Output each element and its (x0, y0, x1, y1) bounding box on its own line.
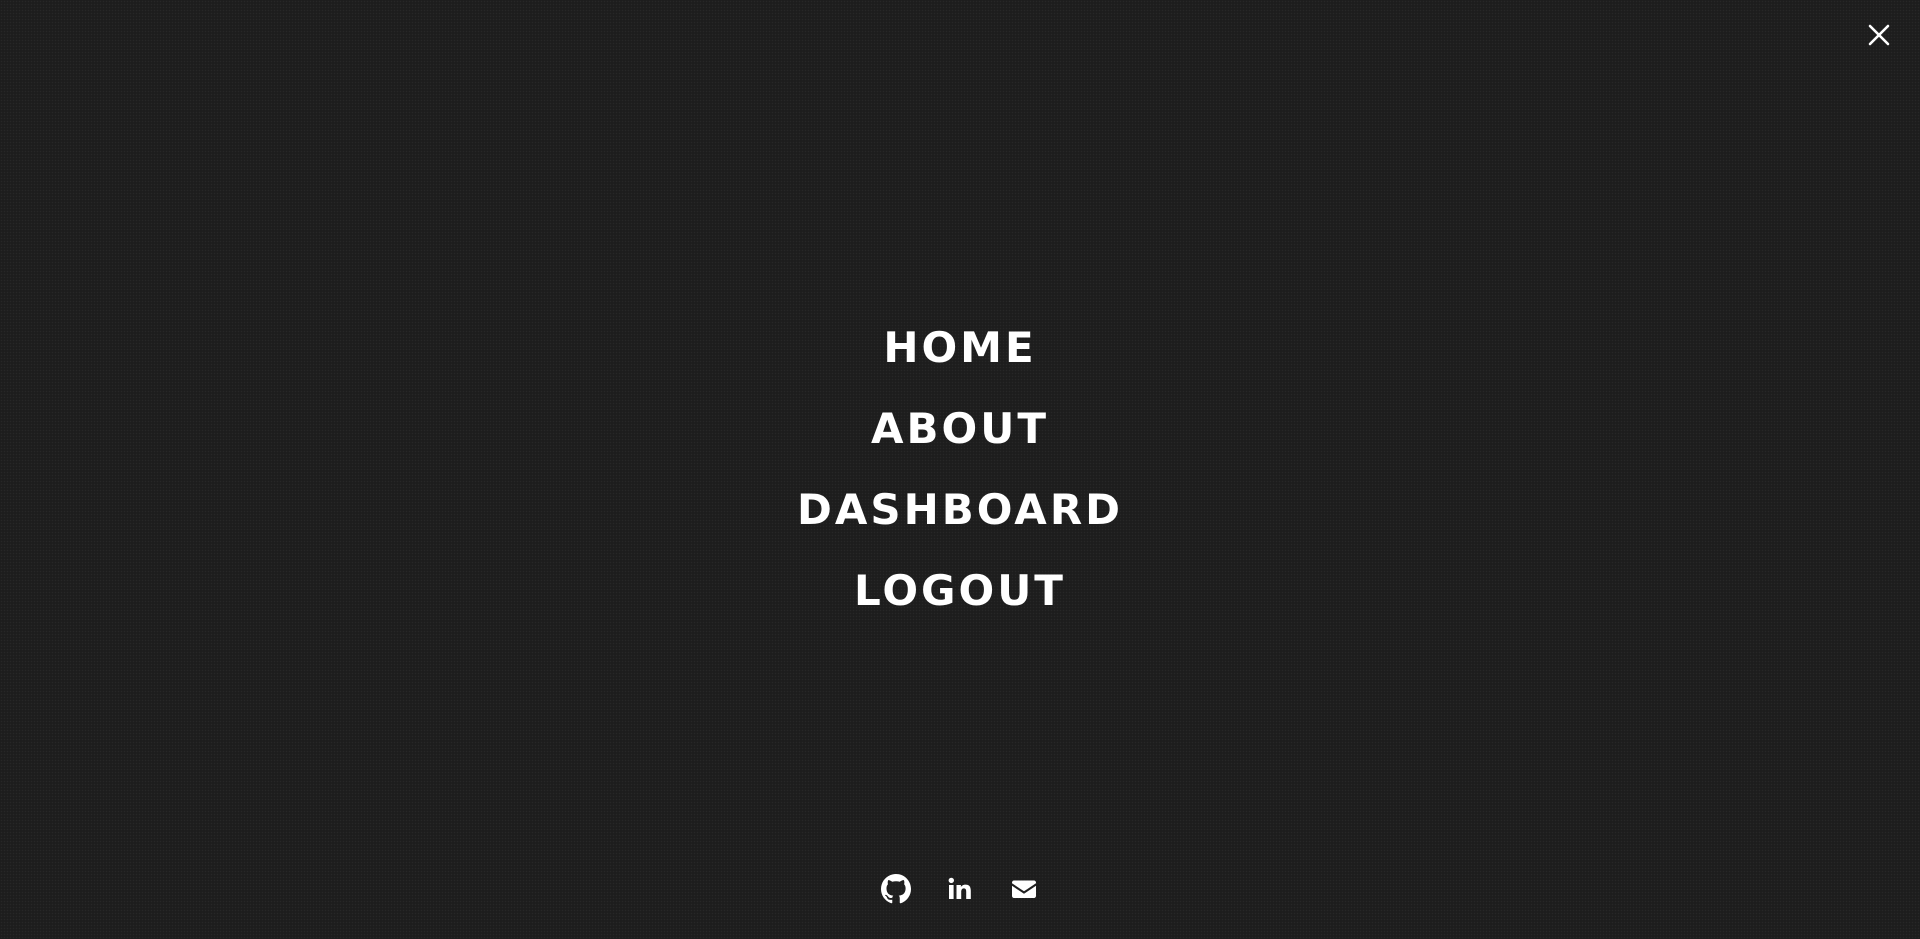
nav-item-home[interactable]: HOME (883, 318, 1036, 399)
close-button[interactable] (1866, 22, 1892, 48)
main-nav: HOME ABOUT DASHBOARD LOGOUT (0, 318, 1920, 642)
github-icon (881, 874, 911, 904)
menu-overlay: HOME ABOUT DASHBOARD LOGOUT (0, 0, 1920, 939)
nav-item-dashboard[interactable]: DASHBOARD (797, 480, 1123, 561)
nav-item-logout[interactable]: LOGOUT (854, 561, 1066, 642)
social-links (0, 874, 1920, 904)
linkedin-icon (948, 877, 971, 899)
close-icon (1868, 24, 1890, 46)
linkedin-link[interactable] (945, 874, 975, 904)
nav-item-about[interactable]: ABOUT (871, 399, 1049, 480)
github-link[interactable] (881, 874, 911, 904)
mail-icon (1012, 880, 1036, 898)
email-link[interactable] (1009, 874, 1039, 904)
